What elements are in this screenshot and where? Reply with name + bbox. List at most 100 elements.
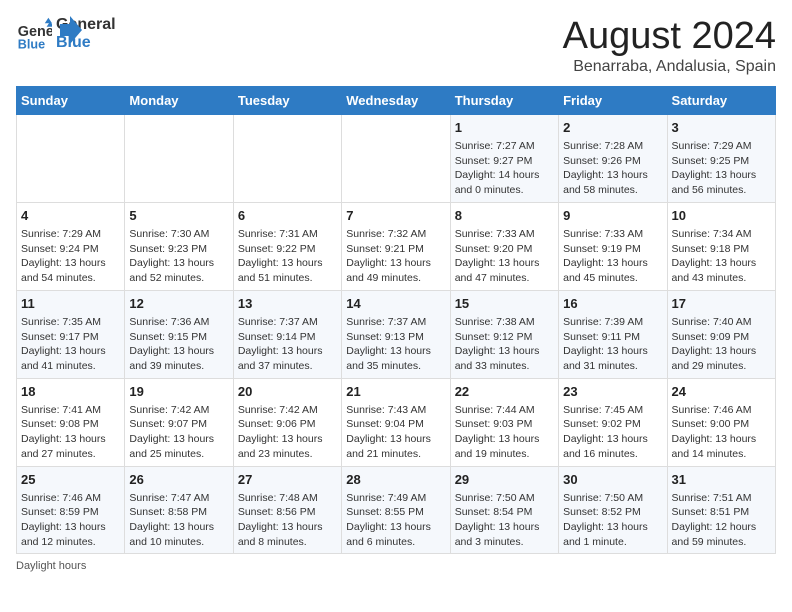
day-number: 23	[563, 383, 662, 401]
calendar-cell: 25 Sunrise: 7:46 AM Sunset: 8:59 PM Dayli…	[17, 466, 125, 554]
day-number: 17	[672, 295, 771, 313]
day-number: 28	[346, 471, 445, 489]
day-info: Sunrise: 7:50 AM Sunset: 8:54 PM Dayligh…	[455, 491, 554, 550]
day-number: 10	[672, 207, 771, 225]
calendar-week-row: 11 Sunrise: 7:35 AM Sunset: 9:17 PM Dayli…	[17, 290, 776, 378]
day-info: Sunrise: 7:46 AM Sunset: 9:00 PM Dayligh…	[672, 403, 771, 462]
day-number: 1	[455, 119, 554, 137]
calendar-week-row: 18Sunrise: 7:41 AM Sunset: 9:08 PM Dayli…	[17, 378, 776, 466]
day-number: 8	[455, 207, 554, 225]
day-info: Sunrise: 7:29 AM Sunset: 9:24 PM Dayligh…	[21, 227, 120, 286]
calendar-day-header: Sunday	[17, 86, 125, 114]
calendar-cell: 7 Sunrise: 7:32 AM Sunset: 9:21 PM Daylig…	[342, 202, 450, 290]
calendar-cell: 28 Sunrise: 7:49 AM Sunset: 8:55 PM Dayli…	[342, 466, 450, 554]
day-info: Sunrise: 7:43 AM Sunset: 9:04 PM Dayligh…	[346, 403, 445, 462]
calendar-cell: 30 Sunrise: 7:50 AM Sunset: 8:52 PM Dayli…	[559, 466, 667, 554]
calendar-header-row: SundayMondayTuesdayWednesdayThursdayFrid…	[17, 86, 776, 114]
day-number: 30	[563, 471, 662, 489]
calendar-week-row: 4 Sunrise: 7:29 AM Sunset: 9:24 PM Daylig…	[17, 202, 776, 290]
day-number: 7	[346, 207, 445, 225]
logo-icon: General Blue	[16, 16, 52, 52]
day-number: 31	[672, 471, 771, 489]
calendar-cell: 22 Sunrise: 7:44 AM Sunset: 9:03 PM Dayli…	[450, 378, 558, 466]
calendar-day-header: Friday	[559, 86, 667, 114]
day-info: Sunrise: 7:39 AM Sunset: 9:11 PM Dayligh…	[563, 315, 662, 374]
calendar-cell	[342, 114, 450, 202]
calendar-cell: 3 Sunrise: 7:29 AM Sunset: 9:25 PM Daylig…	[667, 114, 775, 202]
calendar-cell: 6 Sunrise: 7:31 AM Sunset: 9:22 PM Daylig…	[233, 202, 341, 290]
day-number: 24	[672, 383, 771, 401]
calendar-cell: 20 Sunrise: 7:42 AM Sunset: 9:06 PM Dayli…	[233, 378, 341, 466]
calendar-cell: 15Sunrise: 7:38 AM Sunset: 9:12 PM Dayli…	[450, 290, 558, 378]
calendar-cell: 12 Sunrise: 7:36 AM Sunset: 9:15 PM Dayli…	[125, 290, 233, 378]
calendar-cell: 4 Sunrise: 7:29 AM Sunset: 9:24 PM Daylig…	[17, 202, 125, 290]
day-info: Sunrise: 7:32 AM Sunset: 9:21 PM Dayligh…	[346, 227, 445, 286]
day-info: Sunrise: 7:48 AM Sunset: 8:56 PM Dayligh…	[238, 491, 337, 550]
calendar-cell: 18Sunrise: 7:41 AM Sunset: 9:08 PM Dayli…	[17, 378, 125, 466]
day-info: Sunrise: 7:29 AM Sunset: 9:25 PM Dayligh…	[672, 139, 771, 198]
day-info: Sunrise: 7:31 AM Sunset: 9:22 PM Dayligh…	[238, 227, 337, 286]
day-number: 20	[238, 383, 337, 401]
day-info: Sunrise: 7:33 AM Sunset: 9:20 PM Dayligh…	[455, 227, 554, 286]
day-info: Sunrise: 7:27 AM Sunset: 9:27 PM Dayligh…	[455, 139, 554, 198]
day-number: 2	[563, 119, 662, 137]
calendar-cell: 10 Sunrise: 7:34 AM Sunset: 9:18 PM Dayli…	[667, 202, 775, 290]
calendar-cell: 9Sunrise: 7:33 AM Sunset: 9:19 PM Daylig…	[559, 202, 667, 290]
calendar-cell: 1 Sunrise: 7:27 AM Sunset: 9:27 PM Daylig…	[450, 114, 558, 202]
calendar-cell: 24 Sunrise: 7:46 AM Sunset: 9:00 PM Dayli…	[667, 378, 775, 466]
calendar-cell: 5 Sunrise: 7:30 AM Sunset: 9:23 PM Daylig…	[125, 202, 233, 290]
calendar-cell	[233, 114, 341, 202]
day-number: 16	[563, 295, 662, 313]
day-number: 14	[346, 295, 445, 313]
calendar-cell: 23Sunrise: 7:45 AM Sunset: 9:02 PM Dayli…	[559, 378, 667, 466]
day-info: Sunrise: 7:42 AM Sunset: 9:06 PM Dayligh…	[238, 403, 337, 462]
day-number: 11	[21, 295, 120, 313]
day-number: 19	[129, 383, 228, 401]
day-info: Sunrise: 7:37 AM Sunset: 9:13 PM Dayligh…	[346, 315, 445, 374]
day-number: 3	[672, 119, 771, 137]
day-number: 22	[455, 383, 554, 401]
calendar-cell: 13 Sunrise: 7:37 AM Sunset: 9:14 PM Dayli…	[233, 290, 341, 378]
day-info: Sunrise: 7:42 AM Sunset: 9:07 PM Dayligh…	[129, 403, 228, 462]
calendar-cell: 31Sunrise: 7:51 AM Sunset: 8:51 PM Dayli…	[667, 466, 775, 554]
calendar-cell: 26Sunrise: 7:47 AM Sunset: 8:58 PM Dayli…	[125, 466, 233, 554]
calendar-cell: 2 Sunrise: 7:28 AM Sunset: 9:26 PM Daylig…	[559, 114, 667, 202]
svg-text:Blue: Blue	[18, 37, 45, 51]
day-info: Sunrise: 7:49 AM Sunset: 8:55 PM Dayligh…	[346, 491, 445, 550]
calendar-cell: 29 Sunrise: 7:50 AM Sunset: 8:54 PM Dayli…	[450, 466, 558, 554]
day-number: 4	[21, 207, 120, 225]
day-number: 13	[238, 295, 337, 313]
calendar-table: SundayMondayTuesdayWednesdayThursdayFrid…	[16, 86, 776, 555]
day-info: Sunrise: 7:50 AM Sunset: 8:52 PM Dayligh…	[563, 491, 662, 550]
calendar-cell: 27 Sunrise: 7:48 AM Sunset: 8:56 PM Dayli…	[233, 466, 341, 554]
day-number: 12	[129, 295, 228, 313]
day-info: Sunrise: 7:38 AM Sunset: 9:12 PM Dayligh…	[455, 315, 554, 374]
page-title: August 2024	[563, 16, 776, 58]
day-info: Sunrise: 7:28 AM Sunset: 9:26 PM Dayligh…	[563, 139, 662, 198]
day-info: Sunrise: 7:36 AM Sunset: 9:15 PM Dayligh…	[129, 315, 228, 374]
day-number: 27	[238, 471, 337, 489]
footer: Daylight hours	[16, 560, 776, 572]
calendar-day-header: Wednesday	[342, 86, 450, 114]
calendar-day-header: Thursday	[450, 86, 558, 114]
day-number: 25	[21, 471, 120, 489]
day-info: Sunrise: 7:46 AM Sunset: 8:59 PM Dayligh…	[21, 491, 120, 550]
calendar-cell: 16 Sunrise: 7:39 AM Sunset: 9:11 PM Dayli…	[559, 290, 667, 378]
logo: General Blue General Blue	[16, 16, 82, 52]
day-number: 5	[129, 207, 228, 225]
calendar-cell: 19 Sunrise: 7:42 AM Sunset: 9:07 PM Dayli…	[125, 378, 233, 466]
calendar-day-header: Saturday	[667, 86, 775, 114]
day-info: Sunrise: 7:44 AM Sunset: 9:03 PM Dayligh…	[455, 403, 554, 462]
calendar-cell	[125, 114, 233, 202]
day-info: Sunrise: 7:35 AM Sunset: 9:17 PM Dayligh…	[21, 315, 120, 374]
day-info: Sunrise: 7:34 AM Sunset: 9:18 PM Dayligh…	[672, 227, 771, 286]
calendar-day-header: Tuesday	[233, 86, 341, 114]
logo-arrow-icon	[60, 16, 82, 44]
day-number: 21	[346, 383, 445, 401]
day-info: Sunrise: 7:30 AM Sunset: 9:23 PM Dayligh…	[129, 227, 228, 286]
day-number: 6	[238, 207, 337, 225]
day-info: Sunrise: 7:47 AM Sunset: 8:58 PM Dayligh…	[129, 491, 228, 550]
day-info: Sunrise: 7:37 AM Sunset: 9:14 PM Dayligh…	[238, 315, 337, 374]
day-number: 29	[455, 471, 554, 489]
calendar-week-row: 1 Sunrise: 7:27 AM Sunset: 9:27 PM Daylig…	[17, 114, 776, 202]
